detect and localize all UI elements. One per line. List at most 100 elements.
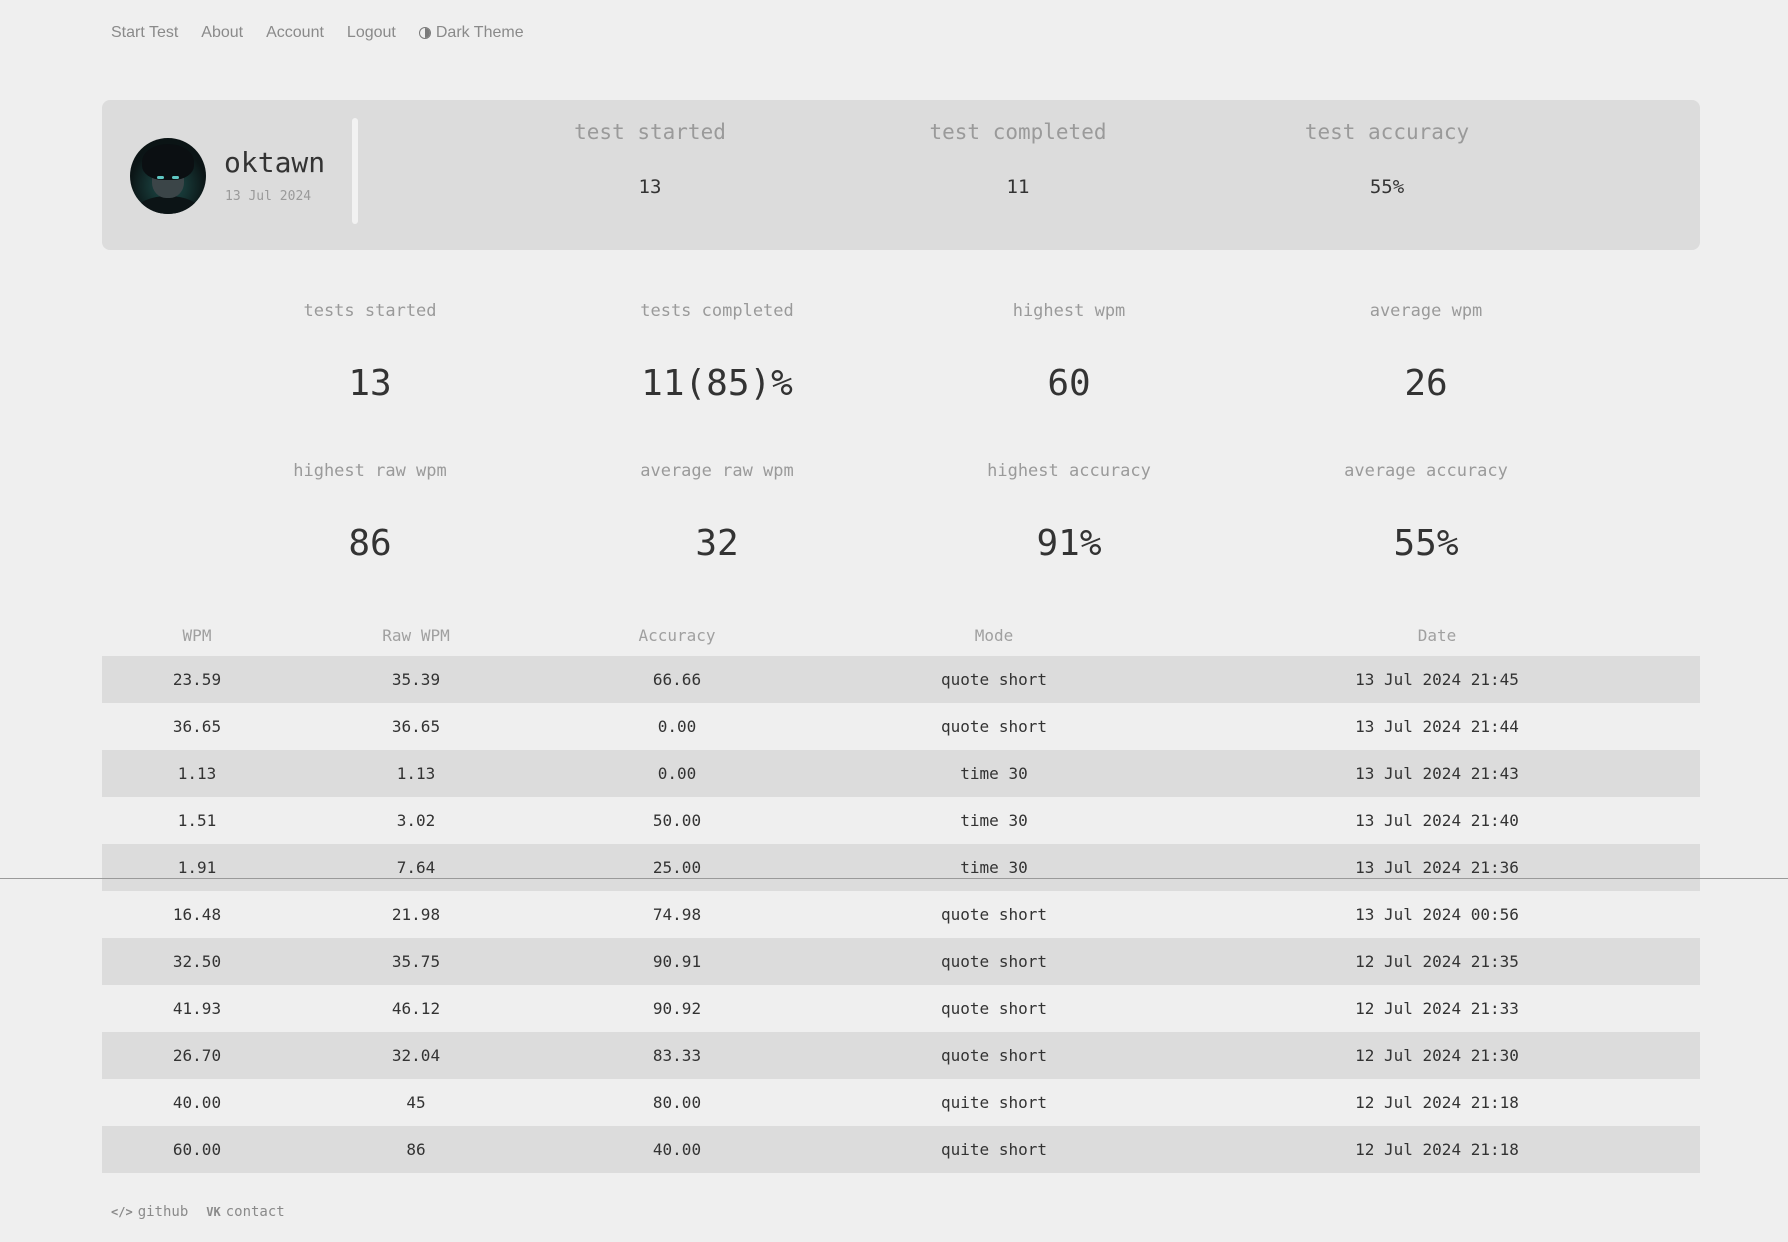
github-label: github: [137, 1204, 189, 1220]
table-row: 40.00 45 80.00 quite short 12 Jul 2024 21:18: [102, 1079, 1700, 1126]
cell-mode: quite short: [941, 1093, 1047, 1112]
code-icon: </>: [111, 1205, 133, 1219]
stat-value: 86: [348, 523, 392, 564]
cell-accuracy: 90.92: [652, 999, 702, 1018]
dark-theme-toggle[interactable]: Dark Theme: [418, 24, 524, 42]
cell-date: 12 Jul 2024 21:18: [1355, 1140, 1519, 1159]
table-row: 1.91 7.64 25.00 time 30 13 Jul 2024 21:36: [102, 844, 1700, 891]
column-header-mode: Mode: [974, 625, 1014, 645]
nav-account-link[interactable]: Account: [266, 24, 324, 42]
dark-theme-label: Dark Theme: [435, 24, 524, 41]
table-row: 60.00 86 40.00 quite short 12 Jul 2024 21:18: [102, 1126, 1700, 1173]
cell-wpm: 36.65: [172, 717, 222, 736]
stat-value: 60: [1047, 363, 1091, 404]
nav-about-link[interactable]: About: [201, 24, 243, 42]
cell-raw-wpm: 3.02: [396, 811, 436, 830]
stat-label: average raw wpm: [640, 461, 794, 481]
cell-date: 13 Jul 2024 21:44: [1355, 717, 1519, 736]
cell-wpm: 40.00: [172, 1093, 222, 1112]
cell-raw-wpm: 86: [406, 1140, 426, 1159]
stat-label: highest raw wpm: [293, 461, 447, 481]
cell-raw-wpm: 46.12: [391, 999, 441, 1018]
profile-stat-value: 13: [638, 176, 662, 198]
stat-average-wpm: average wpm 26: [1276, 301, 1576, 404]
join-date: 13 Jul 2024: [225, 189, 312, 204]
cell-wpm: 1.91: [177, 858, 217, 877]
contact-link[interactable]: VK contact: [206, 1204, 284, 1220]
cell-accuracy: 50.00: [652, 811, 702, 830]
cell-date: 12 Jul 2024 21:30: [1355, 1046, 1519, 1065]
cell-wpm: 41.93: [172, 999, 222, 1018]
stat-value: 32: [695, 523, 739, 564]
cell-mode: time 30: [960, 811, 1028, 830]
avatar-body-shape: [136, 196, 200, 214]
cell-raw-wpm: 32.04: [391, 1046, 441, 1065]
cell-accuracy: 0.00: [657, 717, 697, 736]
table-row: 26.70 32.04 83.33 quote short 12 Jul 2024 21…: [102, 1032, 1700, 1079]
vk-icon: VK: [206, 1205, 221, 1219]
stat-value: 55%: [1393, 523, 1459, 564]
half-circle-theme-icon: [418, 27, 431, 39]
avatar-eye-left: [157, 176, 164, 179]
profile-stat-label: test completed: [929, 120, 1107, 144]
table-row: 16.48 21.98 74.98 quote short 13 Jul 2024 00…: [102, 891, 1700, 938]
stat-value: 91%: [1036, 523, 1102, 564]
cell-mode: quote short: [941, 717, 1047, 736]
stat-average-raw-wpm: average raw wpm 32: [567, 461, 867, 564]
cell-wpm: 16.48: [172, 905, 222, 924]
nav-logout-link[interactable]: Logout: [347, 24, 396, 42]
cell-accuracy: 25.00: [652, 858, 702, 877]
cell-raw-wpm: 35.39: [391, 670, 441, 689]
cell-date: 13 Jul 2024 21:45: [1355, 670, 1519, 689]
stat-label: tests started: [303, 301, 437, 321]
stat-label: highest wpm: [1012, 301, 1126, 321]
nav-start-test-link[interactable]: Start Test: [111, 24, 178, 42]
stat-highest-wpm: highest wpm 60: [919, 301, 1219, 404]
profile-stat-tests-started: test started 13: [520, 120, 780, 198]
cell-wpm: 60.00: [172, 1140, 222, 1159]
history-table-body: 23.59 35.39 66.66 quote short 13 Jul 2024 21…: [102, 656, 1700, 1173]
cell-accuracy: 66.66: [652, 670, 702, 689]
profile-stat-value: 55%: [1369, 176, 1405, 198]
table-row: 1.51 3.02 50.00 time 30 13 Jul 2024 21:40: [102, 797, 1700, 844]
github-link[interactable]: </> github: [111, 1204, 188, 1220]
profile-stat-tests-completed: test completed 11: [888, 120, 1148, 198]
stat-label: average accuracy: [1344, 461, 1508, 481]
stat-label: tests completed: [640, 301, 794, 321]
stat-label: average wpm: [1369, 301, 1483, 321]
stat-highest-accuracy: highest accuracy 91%: [919, 461, 1219, 564]
username: oktawn: [224, 146, 326, 179]
table-row: 1.13 1.13 0.00 time 30 13 Jul 2024 21:43: [102, 750, 1700, 797]
stat-value: 11(85)%: [641, 363, 793, 404]
cell-date: 12 Jul 2024 21:35: [1355, 952, 1519, 971]
profile-stat-test-accuracy: test accuracy 55%: [1257, 120, 1517, 198]
profile-card: oktawn 13 Jul 2024 test started 13 test …: [102, 100, 1700, 250]
cell-accuracy: 0.00: [657, 764, 697, 783]
profile-divider: [352, 118, 358, 224]
cell-wpm: 26.70: [172, 1046, 222, 1065]
stat-value: 13: [348, 363, 392, 404]
contact-label: contact: [225, 1204, 285, 1220]
table-row: 36.65 36.65 0.00 quote short 13 Jul 2024 21:…: [102, 703, 1700, 750]
cell-raw-wpm: 36.65: [391, 717, 441, 736]
cell-wpm: 23.59: [172, 670, 222, 689]
history-table: WPM Raw WPM Accuracy Mode Date 23.59 35.3…: [102, 614, 1700, 1173]
cell-accuracy: 80.00: [652, 1093, 702, 1112]
cell-date: 13 Jul 2024 21:43: [1355, 764, 1519, 783]
profile-stat-label: test started: [574, 120, 726, 144]
cell-wpm: 1.13: [177, 764, 217, 783]
cell-raw-wpm: 7.64: [396, 858, 436, 877]
cell-mode: time 30: [960, 858, 1028, 877]
cell-raw-wpm: 35.75: [391, 952, 441, 971]
cell-mode: quote short: [941, 905, 1047, 924]
cell-raw-wpm: 21.98: [391, 905, 441, 924]
cell-accuracy: 40.00: [652, 1140, 702, 1159]
table-row: 23.59 35.39 66.66 quote short 13 Jul 2024 21…: [102, 656, 1700, 703]
column-header-wpm: WPM: [182, 625, 212, 645]
stat-label: highest accuracy: [987, 461, 1151, 481]
profile-stat-label: test accuracy: [1304, 120, 1470, 144]
cell-wpm: 32.50: [172, 952, 222, 971]
stat-average-accuracy: average accuracy 55%: [1276, 461, 1576, 564]
cell-wpm: 1.51: [177, 811, 217, 830]
cell-date: 13 Jul 2024 21:40: [1355, 811, 1519, 830]
